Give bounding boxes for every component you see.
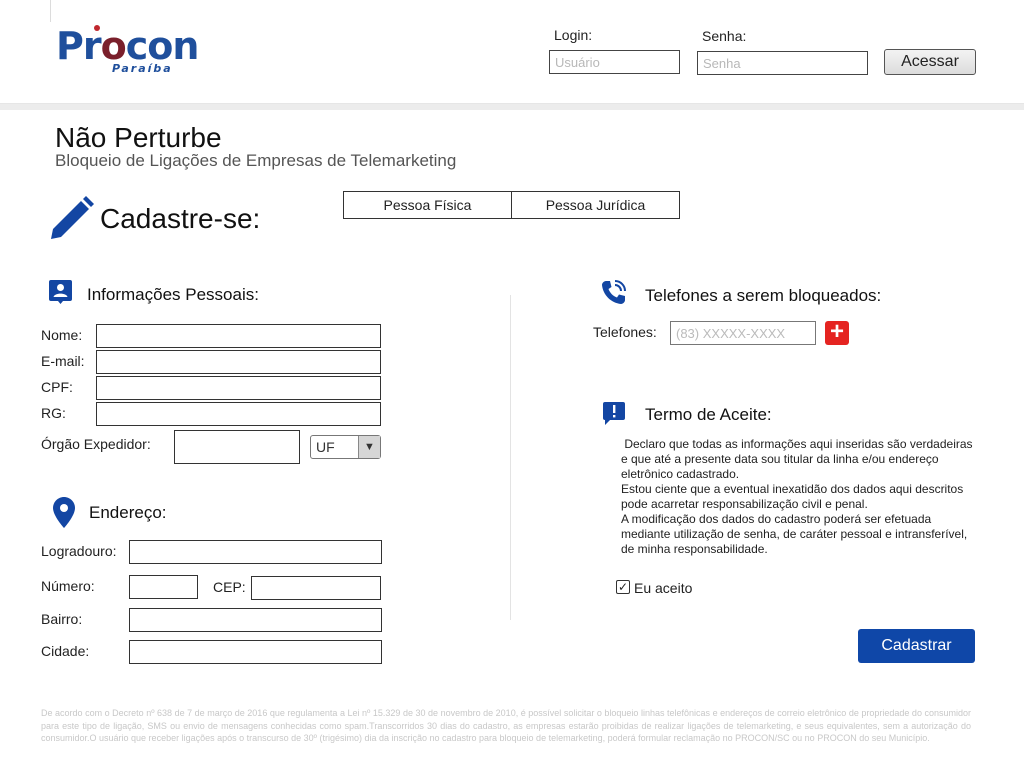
city-label: Cidade: bbox=[41, 643, 90, 659]
street-label: Logradouro: bbox=[41, 543, 117, 559]
page-title: Não Perturbe bbox=[55, 122, 222, 153]
procon-logo[interactable]: Procon bbox=[56, 26, 199, 66]
register-title: Cadastre-se: bbox=[100, 203, 261, 234]
contact-card-icon bbox=[49, 280, 72, 304]
number-label: Número: bbox=[41, 578, 95, 594]
district-label: Bairro: bbox=[41, 611, 83, 627]
cep-label: CEP: bbox=[213, 579, 246, 595]
legal-footer-text: De acordo com o Decreto nº 638 de 7 de m… bbox=[41, 708, 971, 743]
phone-call-icon bbox=[602, 280, 626, 304]
issuer-input[interactable] bbox=[174, 430, 300, 464]
alert-message-icon bbox=[603, 402, 625, 425]
header-divider bbox=[50, 0, 51, 22]
logo-subtitle: Paraíba bbox=[112, 62, 173, 75]
number-input[interactable] bbox=[129, 575, 198, 599]
header-shadow bbox=[0, 104, 1024, 110]
phone-input[interactable]: (83) XXXXX-XXXX bbox=[670, 321, 816, 345]
district-input[interactable] bbox=[129, 608, 382, 632]
rg-input[interactable] bbox=[96, 402, 381, 426]
terms-text: Declaro que todas as informações aqui in… bbox=[621, 437, 981, 557]
accept-label[interactable]: Eu aceito bbox=[634, 580, 692, 596]
pencil-icon bbox=[51, 196, 94, 239]
accept-checkbox[interactable]: ✓ bbox=[616, 580, 630, 594]
page-subtitle: Bloqueio de Ligações de Empresas de Tele… bbox=[55, 151, 457, 170]
cpf-input[interactable] bbox=[96, 376, 381, 400]
add-phone-button[interactable]: + bbox=[825, 320, 849, 345]
tab-pessoa-juridica[interactable]: Pessoa Jurídica bbox=[511, 192, 679, 218]
terms-title: Termo de Aceite: bbox=[645, 405, 772, 424]
column-divider bbox=[510, 295, 511, 620]
personal-info-title: Informações Pessoais: bbox=[87, 285, 259, 304]
city-input[interactable] bbox=[129, 640, 382, 664]
street-input[interactable] bbox=[129, 540, 382, 564]
phones-label: Telefones: bbox=[593, 324, 657, 340]
terms-paragraph: Estou ciente que a eventual inexatidão d… bbox=[621, 482, 964, 511]
access-button[interactable]: Acessar bbox=[884, 49, 976, 75]
email-input[interactable] bbox=[96, 350, 381, 374]
tab-pessoa-fisica[interactable]: Pessoa Física bbox=[344, 192, 511, 218]
issuer-label: Órgão Expedidor: bbox=[41, 436, 151, 452]
cpf-label: CPF: bbox=[41, 379, 73, 395]
password-input[interactable]: Senha bbox=[697, 51, 868, 75]
password-label: Senha: bbox=[702, 28, 747, 44]
submit-button[interactable]: Cadastrar bbox=[858, 629, 975, 663]
username-input[interactable]: Usuário bbox=[549, 50, 680, 74]
uf-select-value: UF bbox=[316, 439, 335, 455]
email-label: E-mail: bbox=[41, 353, 85, 369]
uf-select[interactable]: UF ▼ bbox=[310, 435, 381, 459]
location-pin-icon bbox=[53, 497, 75, 528]
name-input[interactable] bbox=[96, 324, 381, 348]
login-label: Login: bbox=[554, 27, 593, 43]
cep-input[interactable] bbox=[251, 576, 381, 600]
rg-label: RG: bbox=[41, 405, 66, 421]
phones-title: Telefones a serem bloqueados: bbox=[645, 286, 882, 305]
dropdown-arrow-icon: ▼ bbox=[358, 436, 380, 458]
logo-person-icon bbox=[94, 25, 100, 31]
person-type-tabs: Pessoa Física Pessoa Jurídica bbox=[343, 191, 680, 219]
terms-paragraph: Declaro que todas as informações aqui in… bbox=[621, 437, 976, 481]
address-title: Endereço: bbox=[89, 503, 167, 522]
name-label: Nome: bbox=[41, 327, 83, 343]
terms-paragraph: A modificação dos dados do cadastro pode… bbox=[621, 512, 968, 556]
